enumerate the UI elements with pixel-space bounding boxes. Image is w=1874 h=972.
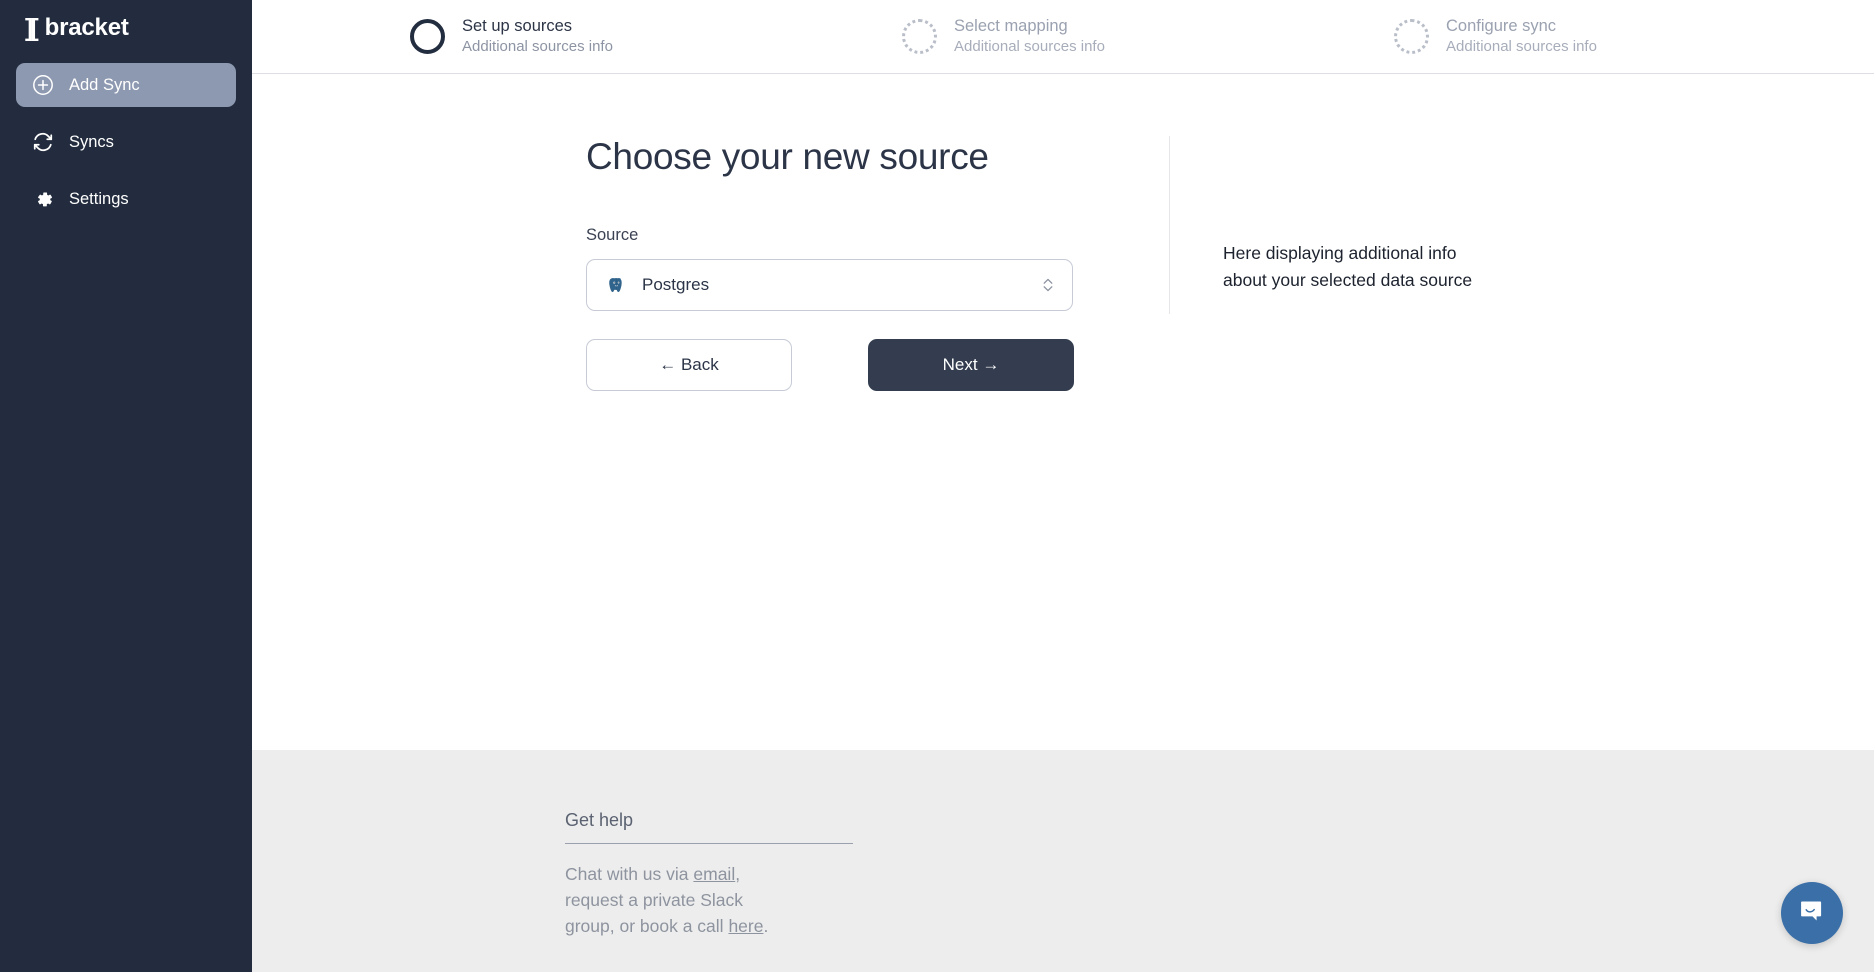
gear-icon (32, 188, 54, 210)
app-logo[interactable]: ][ bracket (16, 0, 236, 56)
step-configure-sync[interactable]: Configure sync Additional sources info (1382, 16, 1874, 56)
email-link[interactable]: email (693, 864, 735, 884)
source-form: Choose your new source Source Postgres ←… (586, 136, 1076, 391)
page-body: Choose your new source Source Postgres ←… (252, 74, 1874, 750)
sidebar-item-syncs[interactable]: Syncs (16, 120, 236, 164)
info-panel-text: Here displaying additional info about yo… (1223, 240, 1472, 293)
step-select-mapping[interactable]: Select mapping Additional sources info (890, 16, 1382, 56)
step-indicator-circle-active-icon (410, 18, 445, 54)
sidebar-item-settings[interactable]: Settings (16, 177, 236, 221)
source-select[interactable]: Postgres (586, 259, 1073, 311)
source-select-value: Postgres (642, 275, 710, 294)
source-field-label: Source (586, 226, 639, 244)
step-text: Select mapping Additional sources info (954, 16, 1105, 56)
step-subtitle: Additional sources info (462, 38, 613, 56)
step-indicator-circle-dotted-icon (1394, 18, 1429, 54)
content-wrapper: Choose your new source Source Postgres ←… (252, 74, 1874, 391)
page-footer: Get help Chat with us via email, request… (252, 750, 1874, 972)
sidebar-item-label: Add Sync (69, 75, 140, 94)
postgres-elephant-icon (606, 275, 626, 295)
logo-text: bracket (44, 14, 129, 41)
main-area: Set up sources Additional sources info S… (252, 0, 1874, 972)
back-button[interactable]: ← Back (586, 339, 792, 391)
book-a-call-link[interactable]: here (728, 916, 763, 936)
step-text: Set up sources Additional sources info (462, 16, 613, 56)
step-title: Select mapping (954, 17, 1068, 36)
help-text-part-1: Chat with us via (565, 864, 694, 884)
step-title: Configure sync (1446, 17, 1557, 36)
get-help-text: Chat with us via email, request a privat… (565, 862, 795, 940)
chat-bubble-icon (1797, 896, 1827, 931)
step-indicator-circle-dotted-icon (902, 18, 937, 54)
info-panel: Here displaying additional info about yo… (1170, 136, 1472, 391)
step-title: Set up sources (462, 17, 573, 36)
step-subtitle: Additional sources info (954, 38, 1105, 56)
sidebar-item-label: Settings (69, 189, 129, 208)
info-line-2: about your selected data source (1223, 269, 1473, 290)
wizard-stepper: Set up sources Additional sources info S… (252, 0, 1874, 74)
sidebar-item-add-sync[interactable]: Add Sync (16, 63, 236, 107)
info-line-1: Here displaying additional info (1223, 243, 1457, 263)
step-subtitle: Additional sources info (1446, 38, 1597, 56)
form-actions: ← Back Next → (586, 339, 1076, 391)
page-title: Choose your new source (586, 136, 989, 177)
step-text: Configure sync Additional sources info (1446, 16, 1597, 56)
plus-circle-icon (32, 74, 54, 96)
next-button[interactable]: Next → (868, 339, 1074, 391)
app-root: ][ bracket Add Sync Syncs Settings Set u… (0, 0, 1874, 972)
sidebar-item-label: Syncs (69, 132, 114, 151)
help-text-part-3: . (763, 915, 769, 936)
step-set-up-sources[interactable]: Set up sources Additional sources info (252, 16, 890, 56)
sync-icon (32, 131, 54, 153)
get-help-title: Get help (565, 810, 853, 844)
chevron-up-down-icon[interactable] (1041, 274, 1055, 296)
logo-brackets-icon: ][ (25, 13, 39, 42)
sidebar-nav: Add Sync Syncs Settings (16, 63, 236, 221)
sidebar: ][ bracket Add Sync Syncs Settings (0, 0, 252, 972)
chat-launcher-button[interactable] (1781, 882, 1843, 944)
